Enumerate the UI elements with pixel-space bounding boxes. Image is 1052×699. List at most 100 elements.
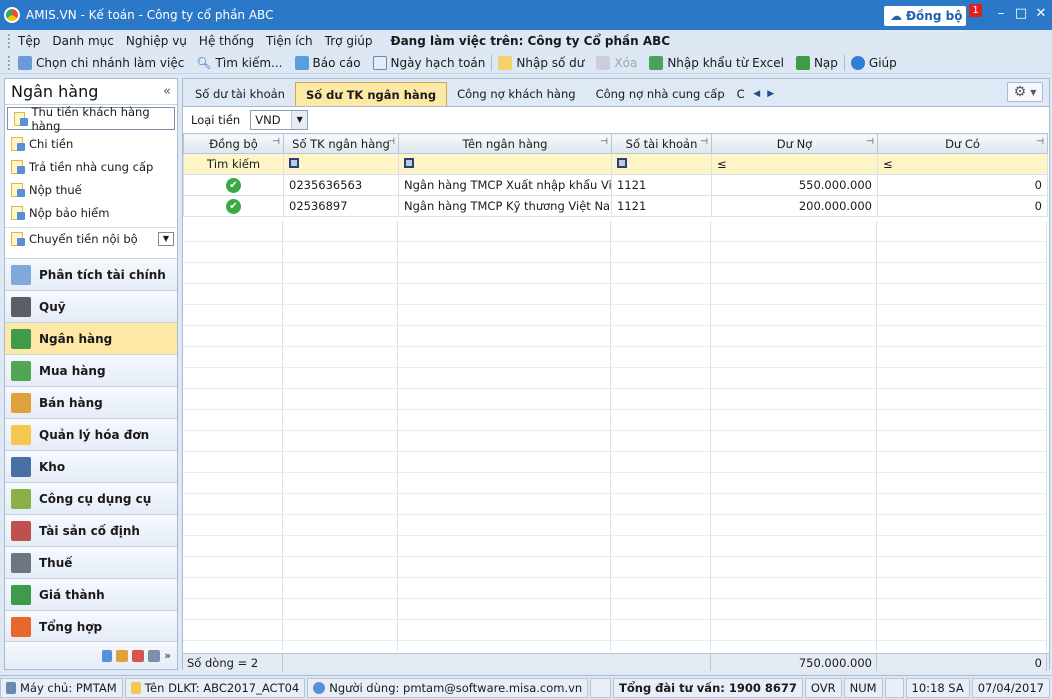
col-bank-name[interactable]: Tên ngân hàng ⊣ bbox=[398, 133, 612, 154]
posting-date-button[interactable]: Ngày hạch toán bbox=[367, 55, 492, 70]
pin-icon[interactable]: ⊣ bbox=[272, 137, 280, 147]
filter-icon[interactable] bbox=[404, 158, 414, 168]
module-tax[interactable]: Thuế bbox=[5, 546, 177, 578]
table-row[interactable]: ✔ 02536897 Ngân hàng TMCP Kỹ thương Việt… bbox=[183, 195, 1048, 217]
empty-cell bbox=[611, 536, 711, 557]
tab-truncated[interactable]: C bbox=[735, 82, 747, 106]
more-icon[interactable]: » bbox=[164, 649, 171, 662]
module-sales[interactable]: Bán hàng bbox=[5, 386, 177, 418]
cell-debit[interactable]: 200.000.000 bbox=[711, 195, 878, 217]
close-icon[interactable]: ✕ bbox=[1032, 6, 1050, 24]
collapse-icon[interactable]: « bbox=[163, 84, 171, 99]
tab-supplier-debt[interactable]: Công nợ nhà cung cấp bbox=[586, 82, 735, 106]
pin-icon[interactable]: ⊣ bbox=[700, 137, 708, 147]
opening-balance-button[interactable]: Nhập số dư bbox=[492, 55, 590, 70]
menu-file[interactable]: Tệp bbox=[12, 34, 46, 48]
module-general[interactable]: Tổng hợp bbox=[5, 610, 177, 642]
pin-icon[interactable]: ⊣ bbox=[600, 137, 608, 147]
col-label: Đồng bộ bbox=[209, 136, 258, 151]
tab-customer-debt[interactable]: Công nợ khách hàng bbox=[447, 82, 585, 106]
branch-button[interactable]: Chọn chi nhánh làm việc bbox=[12, 55, 190, 70]
filter-icon[interactable] bbox=[617, 158, 627, 168]
le-icon[interactable]: ≤ bbox=[717, 157, 727, 171]
menu-operations[interactable]: Nghiệp vụ bbox=[120, 34, 193, 48]
col-ledger-account[interactable]: Số tài khoản ⊣ bbox=[611, 133, 712, 154]
shortcut-pay-tax[interactable]: Nộp thuế bbox=[5, 178, 177, 201]
chevron-down-icon[interactable]: ▼ bbox=[158, 232, 174, 246]
filter-bank-name[interactable] bbox=[398, 153, 612, 175]
cell-bank-name[interactable]: Ngân hàng TMCP Kỹ thương Việt Nam - bbox=[398, 195, 612, 217]
calendar-icon bbox=[372, 55, 387, 70]
empty-cell bbox=[711, 536, 877, 557]
help-button[interactable]: Giúp bbox=[845, 55, 903, 70]
empty-cell bbox=[398, 242, 611, 263]
module-inventory[interactable]: Kho bbox=[5, 450, 177, 482]
cell-bank-account-no[interactable]: 0235636563 bbox=[283, 174, 399, 196]
filter-icon[interactable] bbox=[289, 158, 299, 168]
module-bank[interactable]: Ngân hàng bbox=[5, 322, 177, 354]
col-label: Dư Có bbox=[945, 136, 980, 151]
search-button[interactable]: 🔍︎ Tìm kiếm... bbox=[190, 56, 288, 70]
module-fixed-assets[interactable]: Tài sản cố định bbox=[5, 514, 177, 546]
module-purchasing[interactable]: Mua hàng bbox=[5, 354, 177, 386]
report-small-icon[interactable] bbox=[102, 649, 113, 662]
empty-cell bbox=[283, 242, 398, 263]
report-button[interactable]: Báo cáo bbox=[289, 55, 367, 70]
col-sync[interactable]: Đồng bộ ⊣ bbox=[183, 133, 284, 154]
shortcut-internal-transfer[interactable]: Chuyển tiền nội bộ ▼ bbox=[5, 227, 177, 250]
cell-ledger-account[interactable]: 1121 bbox=[611, 195, 712, 217]
cell-debit[interactable]: 550.000.000 bbox=[711, 174, 878, 196]
empty-cell bbox=[398, 452, 611, 473]
shortcut-payment[interactable]: Chi tiền bbox=[5, 132, 177, 155]
module-invoice[interactable]: Quản lý hóa đơn bbox=[5, 418, 177, 450]
empty-cell bbox=[611, 305, 711, 326]
menu-catalog[interactable]: Danh mục bbox=[46, 34, 120, 48]
menu-utilities[interactable]: Tiện ích bbox=[260, 34, 319, 48]
filter-debit[interactable]: ≤ bbox=[711, 153, 878, 175]
maximize-icon[interactable]: □ bbox=[1012, 6, 1030, 24]
settings-small-icon[interactable] bbox=[116, 649, 129, 662]
menu-system[interactable]: Hệ thống bbox=[193, 34, 260, 48]
currency-select[interactable]: VND ▼ bbox=[250, 110, 309, 130]
chart-icon bbox=[11, 264, 31, 285]
table-row[interactable]: ✔ 0235636563 Ngân hàng TMCP Xuất nhập kh… bbox=[183, 174, 1048, 196]
alert-small-icon[interactable] bbox=[132, 649, 145, 662]
scroll-left-icon[interactable]: ◀ bbox=[751, 86, 763, 102]
filter-bank-account-no[interactable] bbox=[283, 153, 399, 175]
cell-ledger-account[interactable]: 1121 bbox=[611, 174, 712, 196]
cell-credit[interactable]: 0 bbox=[877, 195, 1048, 217]
filter-credit[interactable]: ≤ bbox=[877, 153, 1048, 175]
grid-settings-button[interactable]: ⚙ ▼ bbox=[1007, 82, 1043, 102]
import-excel-button[interactable]: Nhập khẩu từ Excel bbox=[643, 55, 790, 70]
shortcut-receive-customer[interactable]: Thu tiền khách hàng hàng bbox=[7, 105, 175, 133]
pin-icon[interactable]: ⊣ bbox=[1036, 137, 1044, 147]
scroll-right-icon[interactable]: ▶ bbox=[765, 86, 777, 102]
empty-cell bbox=[711, 368, 877, 389]
reload-button[interactable]: Nạp bbox=[790, 55, 844, 70]
col-credit[interactable]: Dư Có ⊣ bbox=[877, 133, 1048, 154]
delete-button[interactable]: Xóa bbox=[590, 55, 643, 70]
shortcut-pay-supplier[interactable]: Trả tiền nhà cung cấp bbox=[5, 155, 177, 178]
cell-credit[interactable]: 0 bbox=[877, 174, 1048, 196]
le-icon[interactable]: ≤ bbox=[883, 157, 893, 171]
shortcut-pay-insurance[interactable]: Nộp bảo hiểm bbox=[5, 201, 177, 224]
tab-bank-balance[interactable]: Số dư TK ngân hàng bbox=[294, 82, 448, 106]
module-financial-analysis[interactable]: Phân tích tài chính bbox=[5, 258, 177, 290]
module-tools[interactable]: Công cụ dụng cụ bbox=[5, 482, 177, 514]
module-cash[interactable]: Quỹ bbox=[5, 290, 177, 322]
menu-help[interactable]: Trợ giúp bbox=[319, 34, 379, 48]
pin-icon[interactable]: ⊣ bbox=[387, 137, 395, 147]
col-bank-account-no[interactable]: Số TK ngân hàng ⊣ bbox=[283, 133, 399, 154]
module-costing[interactable]: Giá thành bbox=[5, 578, 177, 610]
chevron-down-icon[interactable]: ▼ bbox=[291, 111, 308, 129]
col-debit[interactable]: Dư Nợ ⊣ bbox=[711, 133, 878, 154]
sync-button[interactable]: ☁ Đồng bộ bbox=[884, 6, 966, 26]
user-small-icon[interactable] bbox=[148, 649, 161, 662]
cell-bank-account-no[interactable]: 02536897 bbox=[283, 195, 399, 217]
pin-icon[interactable]: ⊣ bbox=[866, 137, 874, 147]
minimize-icon[interactable]: – bbox=[992, 6, 1010, 24]
cell-bank-name[interactable]: Ngân hàng TMCP Xuất nhập khẩu Việt bbox=[398, 174, 612, 196]
empty-cell bbox=[283, 431, 398, 452]
tab-account-balance[interactable]: Số dư tài khoản bbox=[185, 82, 295, 106]
filter-ledger-account[interactable] bbox=[611, 153, 712, 175]
